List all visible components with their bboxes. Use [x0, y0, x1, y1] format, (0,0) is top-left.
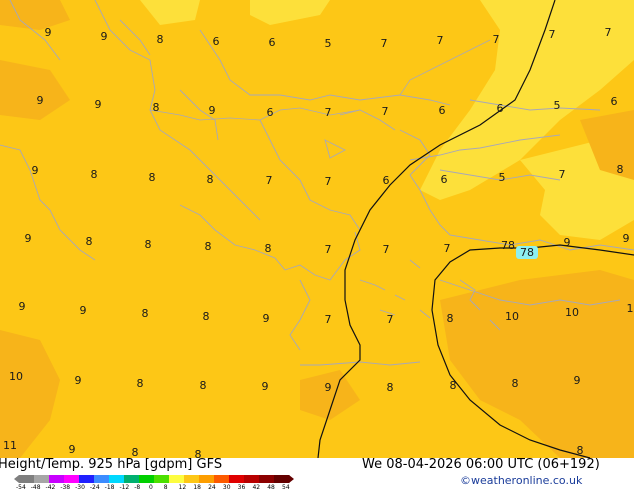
contour-label-marker: 78	[516, 246, 538, 259]
footer: Height/Temp. 925 hPa [gdpm] GFS We 08-04…	[0, 457, 634, 491]
temp-label: 5	[499, 171, 506, 184]
temp-label: 6	[611, 95, 618, 108]
credit-link[interactable]: ©weatheronline.co.uk	[460, 474, 582, 487]
temp-label: 9	[263, 312, 270, 325]
temp-label: 9	[19, 300, 26, 313]
temp-label: 6	[439, 104, 446, 117]
temp-label: 7	[325, 106, 332, 119]
temp-label: 8	[512, 377, 519, 390]
temp-label: 9	[45, 26, 52, 39]
legend-swatch	[199, 475, 215, 483]
temp-label: 8	[265, 242, 272, 255]
legend-swatch	[139, 475, 155, 483]
temp-label: 10	[565, 306, 579, 319]
temp-label: 7	[605, 26, 612, 39]
temp-label: 8	[145, 238, 152, 251]
temp-label: 6	[441, 173, 448, 186]
temp-label: 9	[69, 443, 76, 456]
temp-label: 7	[382, 105, 389, 118]
legend-swatch	[49, 475, 65, 483]
temp-label: 8	[200, 379, 207, 392]
temp-label: 7	[325, 175, 332, 188]
temp-label: 9	[574, 374, 581, 387]
temp-label: 9	[623, 232, 630, 245]
legend-swatch	[154, 475, 170, 483]
temp-label: 7	[437, 34, 444, 47]
temp-label: 7	[549, 28, 556, 41]
temp-label: 9	[37, 94, 44, 107]
temp-label: 8	[203, 310, 210, 323]
temp-label: 7	[383, 243, 390, 256]
legend-swatch	[184, 475, 200, 483]
temp-label: 9	[80, 304, 87, 317]
temp-label: 8	[153, 101, 160, 114]
temp-label: 9	[25, 232, 32, 245]
temp-label: 8	[86, 235, 93, 248]
temp-label: 7	[266, 174, 273, 187]
temp-label: 5	[325, 37, 332, 50]
temp-label: 1	[627, 302, 634, 315]
temp-label: 8	[142, 307, 149, 320]
temp-label: 9	[95, 98, 102, 111]
temp-label: 9	[325, 381, 332, 394]
temp-label: 7	[444, 242, 451, 255]
temp-label: 8	[137, 377, 144, 390]
temp-label: 9	[209, 104, 216, 117]
weather-map: 78 9986657777799896776656988877665789888…	[0, 0, 634, 461]
temp-label: 9	[564, 236, 571, 249]
legend-arrow-left-icon	[14, 475, 19, 483]
temp-label: 6	[269, 36, 276, 49]
legend-swatch	[64, 475, 80, 483]
legend-swatch	[169, 475, 185, 483]
map-title: Height/Temp. 925 hPa [gdpm] GFS	[0, 457, 223, 472]
temp-label: 11	[3, 439, 17, 452]
temp-label: 7	[559, 168, 566, 181]
temp-label: 8	[387, 381, 394, 394]
temp-label: 10	[9, 370, 23, 383]
temp-label: 8	[577, 444, 584, 457]
temp-label: 8	[447, 312, 454, 325]
legend-swatch	[274, 475, 290, 483]
legend-swatch	[94, 475, 110, 483]
temp-label: 8	[205, 240, 212, 253]
temp-label: 5	[554, 99, 561, 112]
temp-label: 78	[501, 239, 515, 252]
temp-label: 8	[149, 171, 156, 184]
temp-label: 7	[325, 313, 332, 326]
temp-label: 10	[505, 310, 519, 323]
temp-label: 8	[207, 173, 214, 186]
temp-label: 8	[617, 163, 624, 176]
temp-label: 6	[497, 102, 504, 115]
legend-swatch	[229, 475, 245, 483]
temp-label: 8	[157, 33, 164, 46]
temp-label: 8	[450, 379, 457, 392]
temp-label: 7	[493, 33, 500, 46]
legend-swatch	[124, 475, 140, 483]
legend-arrow-right-icon	[289, 475, 294, 483]
temp-label: 6	[267, 106, 274, 119]
legend-swatch	[244, 475, 260, 483]
legend-swatch	[19, 475, 35, 483]
legend-swatch	[109, 475, 125, 483]
legend-swatch	[79, 475, 95, 483]
temp-label: 7	[381, 37, 388, 50]
temp-label: 6	[383, 174, 390, 187]
legend-swatch	[214, 475, 230, 483]
temp-label: 9	[75, 374, 82, 387]
temp-label: 9	[262, 380, 269, 393]
contour-label: 78	[520, 246, 534, 259]
legend-swatch	[34, 475, 50, 483]
temp-label: 7	[325, 243, 332, 256]
temp-label: 6	[213, 35, 220, 48]
temp-label: 8	[91, 168, 98, 181]
temp-label: 9	[101, 30, 108, 43]
temp-label: 9	[32, 164, 39, 177]
map-datetime: We 08-04-2026 06:00 UTC (06+192)	[362, 457, 600, 472]
temp-label: 7	[387, 313, 394, 326]
legend-swatch	[259, 475, 275, 483]
